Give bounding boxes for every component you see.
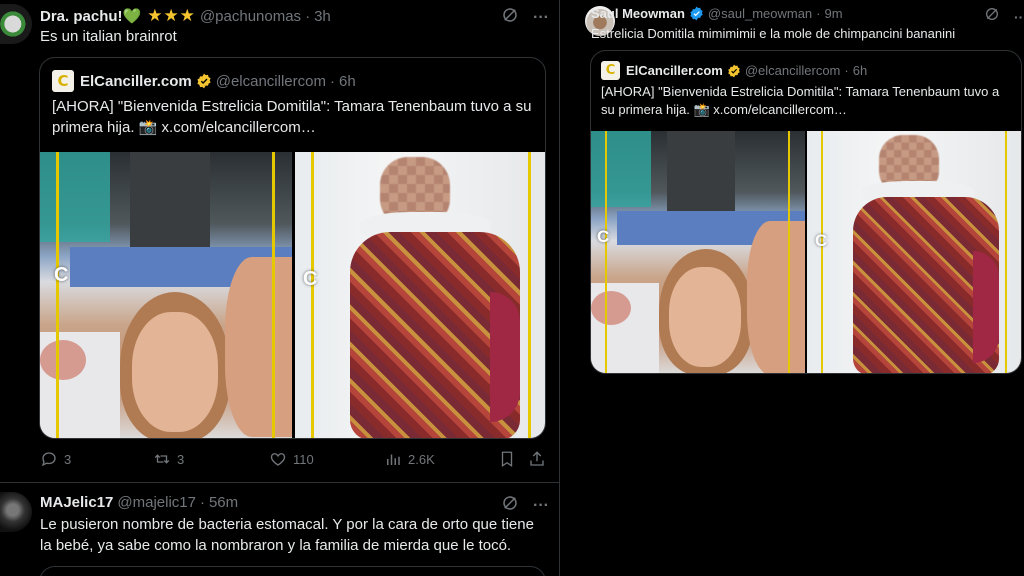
quote-author-handle: @elcancillercom — [215, 72, 326, 90]
post-time[interactable]: 56m — [209, 494, 238, 511]
author-handle[interactable]: @majelic17 — [117, 494, 196, 511]
watermark-c: C — [54, 264, 69, 286]
quote-time: 6h — [338, 72, 356, 90]
repost-icon — [154, 454, 170, 464]
quote-time: 6h — [852, 63, 868, 78]
post-header: Dra. pachu!💚 ★★★ @pachunomas · 3h — [40, 6, 331, 26]
author-handle[interactable]: @pachunomas — [200, 8, 301, 25]
quote-header: C ElCanciller.com @elcancillercom · 6h — [601, 61, 867, 80]
quote-author-name: ElCanciller.com — [626, 63, 723, 78]
quote-author-handle: @elcancillercom — [744, 63, 841, 78]
like-count: 110 — [293, 451, 314, 467]
quote-author-name: ElCanciller.com — [80, 72, 192, 90]
like-button[interactable]: 110 — [269, 450, 314, 468]
watermark-c: C — [815, 231, 828, 250]
verified-blue-icon — [690, 6, 703, 21]
post-time[interactable]: 3h — [314, 8, 331, 25]
author-name[interactable]: MAJelic17 — [40, 494, 113, 511]
author-name[interactable]: Dra. pachu!💚 — [40, 7, 141, 25]
post-text: Es un italian brainrot — [40, 28, 177, 45]
left-timeline: Dra. pachu!💚 ★★★ @pachunomas · 3h ··· Es… — [0, 0, 560, 576]
couple-photo[interactable]: C — [40, 152, 292, 438]
divider — [0, 482, 560, 483]
stars-badge: ★★★ — [147, 6, 196, 26]
couple-photo[interactable]: C — [591, 131, 805, 373]
post-text: Estrelicia Domitila mimimimii e la mole … — [591, 26, 956, 41]
verified-gold-icon — [728, 64, 740, 77]
baby-photo[interactable]: C — [295, 152, 545, 438]
quote-text: [AHORA] "Bienvenida Estrelicia Domitila"… — [601, 84, 1000, 117]
more-icon[interactable]: ··· — [533, 497, 549, 515]
post-header: Saul Meowman @saul_meowman · 9m — [591, 6, 843, 21]
elcanciller-logo: C — [601, 61, 620, 80]
share-button[interactable] — [528, 450, 546, 468]
avatar[interactable] — [0, 4, 32, 44]
quoted-post[interactable]: C ElCanciller.com @elcancillercom · 6h [… — [590, 50, 1022, 374]
repost-button[interactable]: 3 — [153, 450, 184, 468]
views-icon — [387, 454, 400, 465]
post-top-icons: ··· — [984, 6, 1024, 27]
author-handle[interactable]: @saul_meowman — [708, 6, 812, 21]
elcanciller-logo: C — [52, 70, 74, 92]
post-header: MAJelic17 @majelic17 · 56m — [40, 494, 239, 511]
quote-header: C ElCanciller.com @elcancillercom · 6h — [52, 70, 356, 92]
bookmark-icon — [501, 451, 513, 468]
more-icon[interactable]: ··· — [1014, 9, 1024, 25]
grok-icon[interactable] — [984, 6, 1000, 27]
views-button[interactable]: 2.6K — [384, 450, 435, 468]
reply-button[interactable]: 3 — [40, 450, 71, 468]
bookmark-button[interactable] — [498, 450, 516, 468]
post-time[interactable]: 9m — [825, 6, 843, 21]
quote-text: [AHORA] "Bienvenida Estrelicia Domitila"… — [52, 98, 532, 136]
post-actions: 3 3 110 2.6K — [40, 448, 550, 470]
reply-count: 3 — [64, 451, 72, 467]
repost-count: 3 — [177, 451, 185, 467]
post-top-icons: ··· — [501, 6, 549, 29]
post-text: Le pusieron nombre de bacteria estomacal… — [40, 516, 534, 554]
watermark-c: C — [303, 268, 318, 290]
dot-separator: · — [305, 7, 311, 25]
quoted-post[interactable]: C ElCanciller.com @elcancillercom · 6h [… — [39, 57, 546, 439]
watermark-c: C — [597, 227, 610, 246]
baby-photo[interactable]: C — [807, 131, 1021, 373]
avatar[interactable] — [0, 492, 32, 532]
grok-icon[interactable] — [501, 6, 519, 29]
heart-icon — [270, 453, 286, 466]
author-name[interactable]: Saul Meowman — [591, 6, 685, 21]
verified-gold-icon — [197, 73, 211, 89]
more-icon[interactable]: ··· — [533, 9, 549, 27]
quoted-post-partial[interactable] — [39, 566, 546, 576]
view-count: 2.6K — [408, 451, 435, 467]
reply-icon — [41, 452, 56, 467]
share-icon — [530, 451, 544, 466]
